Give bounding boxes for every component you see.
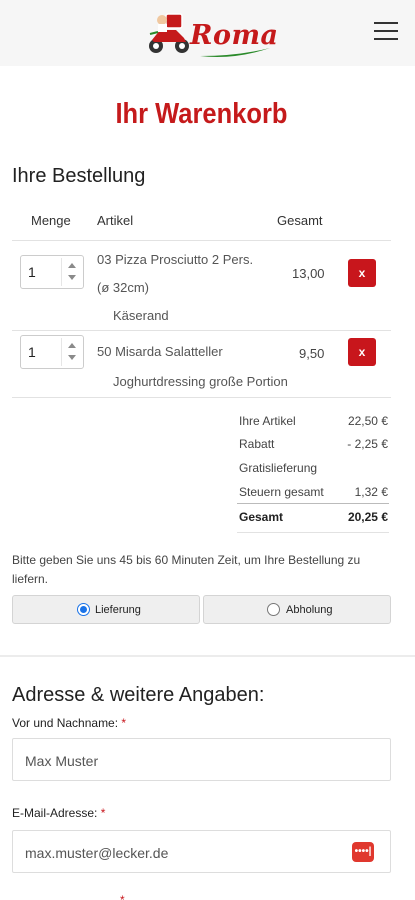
stepper-down-icon[interactable] bbox=[67, 275, 76, 280]
email-field-value: max.muster@lecker.de bbox=[25, 845, 169, 861]
summary-total-value: 20,25 € bbox=[347, 510, 388, 524]
item-size: (ø 32cm) bbox=[97, 280, 149, 295]
hamburger-menu-icon[interactable] bbox=[374, 22, 400, 42]
item-extra: Käserand bbox=[113, 308, 169, 323]
quantity-value: 1 bbox=[28, 264, 36, 280]
order-section-title: Ihre Bestellung bbox=[12, 165, 146, 187]
quantity-stepper[interactable]: 1 bbox=[20, 335, 84, 369]
logo-swoosh bbox=[200, 48, 270, 57]
pickup-option-label: Abholung bbox=[286, 604, 333, 616]
roma-logo[interactable]: Roma bbox=[146, 8, 278, 60]
divider bbox=[12, 240, 391, 241]
summary-discount-value: - 2,25 € bbox=[347, 437, 388, 451]
summary-tax-value: 1,32 € bbox=[354, 485, 388, 499]
name-field-value: Max Muster bbox=[25, 753, 99, 769]
name-field-label: Vor und Nachname: * bbox=[12, 716, 126, 730]
item-total: 9,50 bbox=[299, 346, 325, 361]
scooter-logo-icon bbox=[149, 13, 189, 53]
email-label-text: E-Mail-Adresse: bbox=[12, 806, 98, 820]
stepper-arrows[interactable] bbox=[61, 338, 81, 366]
summary-items-value: 22,50 € bbox=[347, 414, 388, 428]
pickup-option-button[interactable]: Abholung bbox=[203, 595, 391, 624]
quantity-value: 1 bbox=[28, 344, 36, 360]
radio-delivery[interactable] bbox=[77, 603, 90, 616]
column-header-total: Gesamt bbox=[277, 213, 323, 228]
email-field[interactable]: max.muster@lecker.de ••••| bbox=[12, 830, 391, 873]
name-label-text: Vor und Nachname: bbox=[12, 716, 119, 730]
address-section-title: Adresse & weitere Angaben: bbox=[12, 684, 265, 706]
item-name: 03 Pizza Prosciutto 2 Pers. bbox=[97, 252, 254, 267]
column-header-quantity: Menge bbox=[31, 213, 71, 228]
email-field-label: E-Mail-Adresse: * bbox=[12, 806, 105, 820]
divider bbox=[12, 397, 391, 398]
stepper-up-icon[interactable] bbox=[67, 263, 76, 268]
page-title: Ihr Warenkorb bbox=[115, 98, 288, 130]
delivery-option-button[interactable]: Lieferung bbox=[12, 595, 200, 624]
summary-delivery-label: Gratislieferung bbox=[239, 461, 318, 475]
required-marker: * bbox=[121, 716, 127, 730]
delete-item-button[interactable]: x bbox=[348, 338, 376, 366]
quantity-stepper[interactable]: 1 bbox=[20, 255, 84, 289]
name-field[interactable]: Max Muster bbox=[12, 738, 391, 781]
summary-total-label: Gesamt bbox=[239, 510, 284, 524]
delivery-option-label: Lieferung bbox=[95, 604, 141, 616]
item-name: 50 Misarda Salatteller bbox=[97, 344, 223, 359]
password-manager-icon[interactable]: ••••| bbox=[352, 842, 374, 862]
item-total: 13,00 bbox=[292, 266, 325, 281]
summary-discount-label: Rabatt bbox=[239, 437, 275, 451]
delete-item-button[interactable]: x bbox=[348, 259, 376, 287]
item-extra: Joghurtdressing große Portion bbox=[113, 374, 288, 389]
divider bbox=[237, 532, 389, 533]
stepper-down-icon[interactable] bbox=[67, 355, 76, 360]
divider bbox=[12, 330, 391, 331]
required-marker: * bbox=[100, 806, 106, 820]
required-marker: * bbox=[120, 893, 125, 900]
section-divider bbox=[0, 655, 415, 657]
app-header: Roma bbox=[0, 0, 415, 66]
next-field-label-partial: * bbox=[12, 893, 125, 900]
summary-items-label: Ihre Artikel bbox=[239, 414, 296, 428]
summary-tax-label: Steuern gesamt bbox=[239, 485, 324, 499]
column-header-article: Artikel bbox=[97, 213, 134, 228]
stepper-up-icon[interactable] bbox=[67, 343, 76, 348]
delivery-time-note: Bitte geben Sie uns 45 bis 60 Minuten Ze… bbox=[12, 553, 361, 586]
stepper-arrows[interactable] bbox=[61, 258, 81, 286]
summary-divider bbox=[237, 503, 389, 504]
radio-pickup[interactable] bbox=[267, 603, 280, 616]
